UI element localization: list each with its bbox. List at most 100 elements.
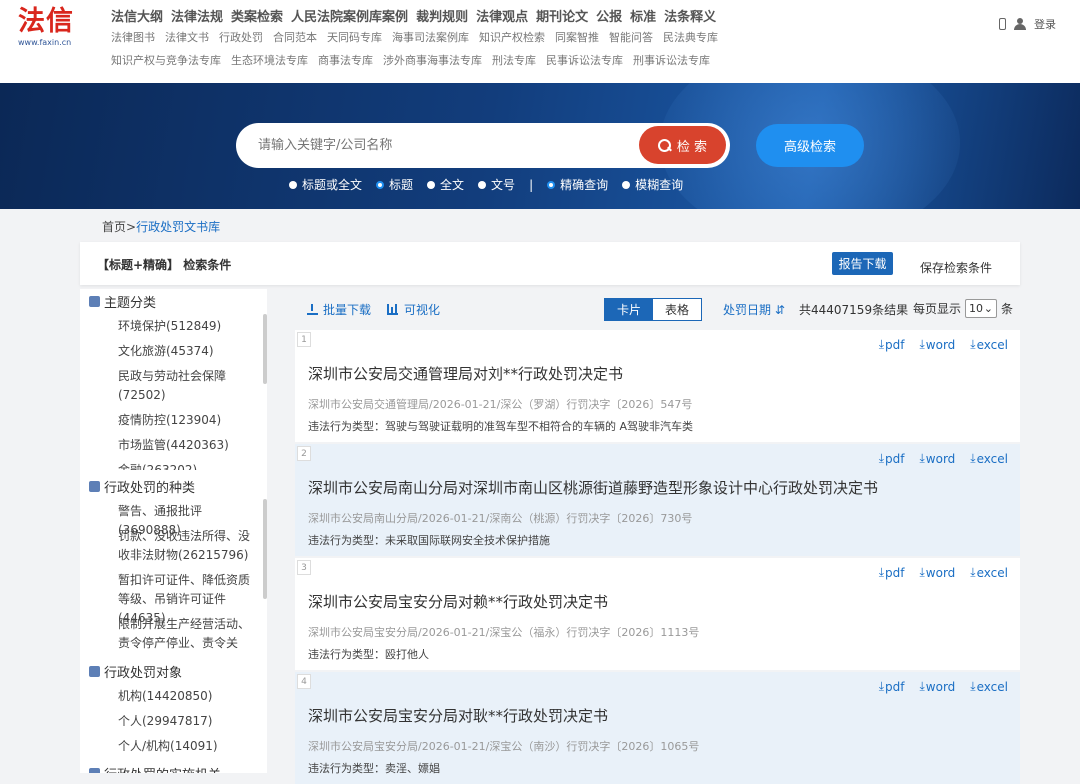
search-banner: 检 索 高级检索 标题或全文 标题 全文 文号 | 精确查询 模糊查询 [0,83,1080,209]
filter-item[interactable]: 市场监管(4420363) [118,436,253,455]
search-input[interactable] [258,133,618,157]
site-logo[interactable]: 法信 www.faxin.cn [18,6,88,47]
nav-item[interactable]: 标准 [630,10,656,25]
result-title[interactable]: 深圳市公安局交通管理局对刘**行政处罚决定书 [308,363,623,384]
radio-title[interactable]: 标题 [376,176,413,193]
download-excel-link[interactable]: ⤓ excel [970,679,1008,694]
result-card: 3 ⤓ pdf ⤓ word ⤓ excel 深圳市公安局宝安分局对赖**行政处罚决定… [295,558,1020,670]
download-pdf-link[interactable]: ⤓ pdf [879,565,905,580]
sub-nav-item[interactable]: 行政处罚 [219,31,263,44]
sub-nav-item[interactable]: 海事司法案例库 [392,31,469,44]
radio-label: 全文 [440,178,465,192]
download-word-link[interactable]: ⤓ word [919,679,955,694]
tab-card-view[interactable]: 卡片 [605,299,653,320]
sub-nav-item[interactable]: 刑事诉讼法专库 [633,54,710,67]
download-word-link[interactable]: ⤓ word [919,337,955,352]
filter-item[interactable]: 个人/机构(14091) [118,737,253,756]
sub-nav-item[interactable]: 法律图书 [111,31,155,44]
radio-exact-query[interactable]: 精确查询 [547,176,608,193]
section-title: 行政处罚的实施机关 [104,764,221,773]
radio-doc-number[interactable]: 文号 [478,176,515,193]
download-excel-link[interactable]: ⤓ excel [970,565,1008,580]
nav-item[interactable]: 裁判规则 [416,10,468,25]
sidebar-scrollbar[interactable] [263,314,267,384]
sub-nav-item[interactable]: 法律文书 [165,31,209,44]
sub-nav-item[interactable]: 合同范本 [273,31,317,44]
sub-nav-item[interactable]: 商事法专库 [318,54,373,67]
link-label: pdf [885,451,905,466]
per-page-select[interactable]: 10 ⌄ [965,299,998,318]
sub-nav-item[interactable]: 刑法专库 [492,54,536,67]
nav-item[interactable]: 法信大纲 [111,10,163,25]
breadcrumb-current[interactable]: 行政处罚文书库 [136,220,220,234]
sidebar-scrollbar[interactable] [263,499,267,599]
download-pdf-link[interactable]: ⤓ pdf [879,451,905,466]
section-enforcement-agency[interactable]: 行政处罚的实施机关 [89,764,221,773]
filter-item[interactable]: 限制开展生产经营活动、责令停产停业、责令关闭、限制从业(82530) [118,615,253,653]
sub-nav-row-2: 知识产权与竞争法专库 生态环境法专库 商事法专库 涉外商事海事法专库 刑法专库 民事诉讼法… [111,52,720,68]
search-options: 标题或全文 标题 全文 文号 | 精确查询 模糊查询 [289,176,697,193]
download-excel-link[interactable]: ⤓ excel [970,337,1008,352]
advanced-search-button[interactable]: 高级检索 [756,124,864,167]
filter-item[interactable]: 疫情防控(123904) [118,411,253,430]
section-penalty-object[interactable]: 行政处罚对象 [89,662,182,681]
section-penalty-type[interactable]: 行政处罚的种类 [89,477,195,496]
link-label: pdf [885,337,905,352]
sub-nav-item[interactable]: 民事诉讼法专库 [546,54,623,67]
result-violation: 违法行为类型：未采取国际联网安全技术保护措施 [308,534,550,547]
per-page-control: 每页显示 10 ⌄ 条 [913,299,1013,318]
search-box: 检 索 [236,123,730,168]
radio-title-or-fulltext[interactable]: 标题或全文 [289,176,362,193]
tab-table-view[interactable]: 表格 [653,299,701,320]
user-icon[interactable] [1014,18,1026,30]
download-excel-link[interactable]: ⤓ excel [970,451,1008,466]
breadcrumb-home[interactable]: 首页 [102,220,126,234]
sub-nav-item[interactable]: 生态环境法专库 [231,54,308,67]
radio-dot-selected [376,180,385,189]
sub-nav-item[interactable]: 天同码专库 [327,31,382,44]
download-pdf-link[interactable]: ⤓ pdf [879,337,905,352]
sub-nav-item[interactable]: 智能问答 [609,31,653,44]
download-word-link[interactable]: ⤓ word [919,451,955,466]
nav-item[interactable]: 人民法院案例库案例 [291,10,408,25]
sub-nav-item[interactable]: 同案智推 [555,31,599,44]
filter-item[interactable]: 罚款、没收违法所得、没收非法财物(26215796) [118,527,253,565]
save-conditions-link[interactable]: 保存检索条件 [920,259,992,276]
report-download-button[interactable]: 报告下载 [832,252,893,275]
nav-item[interactable]: 期刊论文 [536,10,588,25]
visualize-button[interactable]: 可视化 [387,301,440,318]
nav-item[interactable]: 公报 [596,10,622,25]
result-title[interactable]: 深圳市公安局南山分局对深圳市南山区桃源街道藤野造型形象设计中心行政处罚决定书 [308,477,878,498]
sub-nav-item[interactable]: 知识产权与竞争法专库 [111,54,221,67]
download-word-link[interactable]: ⤓ word [919,565,955,580]
section-topic[interactable]: 主题分类 [89,292,156,311]
nav-item[interactable]: 法律观点 [476,10,528,25]
result-meta: 深圳市公安局南山分局/2026-01-21/深南公（桃源）行罚决字〔2026〕7… [308,512,693,525]
mobile-icon[interactable] [999,18,1006,30]
nav-item[interactable]: 法律法规 [171,10,223,25]
nav-item[interactable]: 类案检索 [231,10,283,25]
radio-fuzzy-query[interactable]: 模糊查询 [622,176,683,193]
download-pdf-link[interactable]: ⤓ pdf [879,679,905,694]
sub-nav-item[interactable]: 知识产权检索 [479,31,545,44]
filter-item[interactable]: 文化旅游(45374) [118,342,253,361]
result-violation: 违法行为类型：驾驶与驾驶证载明的准驾车型不相符合的车辆的 A驾驶非汽车类 [308,420,694,433]
link-label: word [925,337,956,352]
sub-nav-item[interactable]: 涉外商事海事法专库 [383,54,482,67]
view-switch: 卡片 表格 [604,298,702,321]
filter-item[interactable]: 金融(263202) [118,461,253,470]
nav-item[interactable]: 法条释义 [664,10,716,25]
filter-item[interactable]: 民政与劳动社会保障(72502) [118,367,253,405]
login-link[interactable]: 登录 [1034,16,1056,32]
result-count: 共44407159条结果 [799,303,909,317]
sub-nav-item[interactable]: 民法典专库 [663,31,718,44]
filter-item[interactable]: 环境保护(512849) [118,317,253,336]
result-title[interactable]: 深圳市公安局宝安分局对耿**行政处罚决定书 [308,705,608,726]
filter-item[interactable]: 机构(14420850) [118,687,253,706]
bulk-download-button[interactable]: 批量下载 [307,301,371,318]
sort-by-date[interactable]: 处罚日期 ⇵ [723,301,785,318]
result-title[interactable]: 深圳市公安局宝安分局对赖**行政处罚决定书 [308,591,608,612]
radio-fulltext[interactable]: 全文 [427,176,464,193]
search-button[interactable]: 检 索 [639,126,726,164]
filter-item[interactable]: 个人(29947817) [118,712,253,731]
